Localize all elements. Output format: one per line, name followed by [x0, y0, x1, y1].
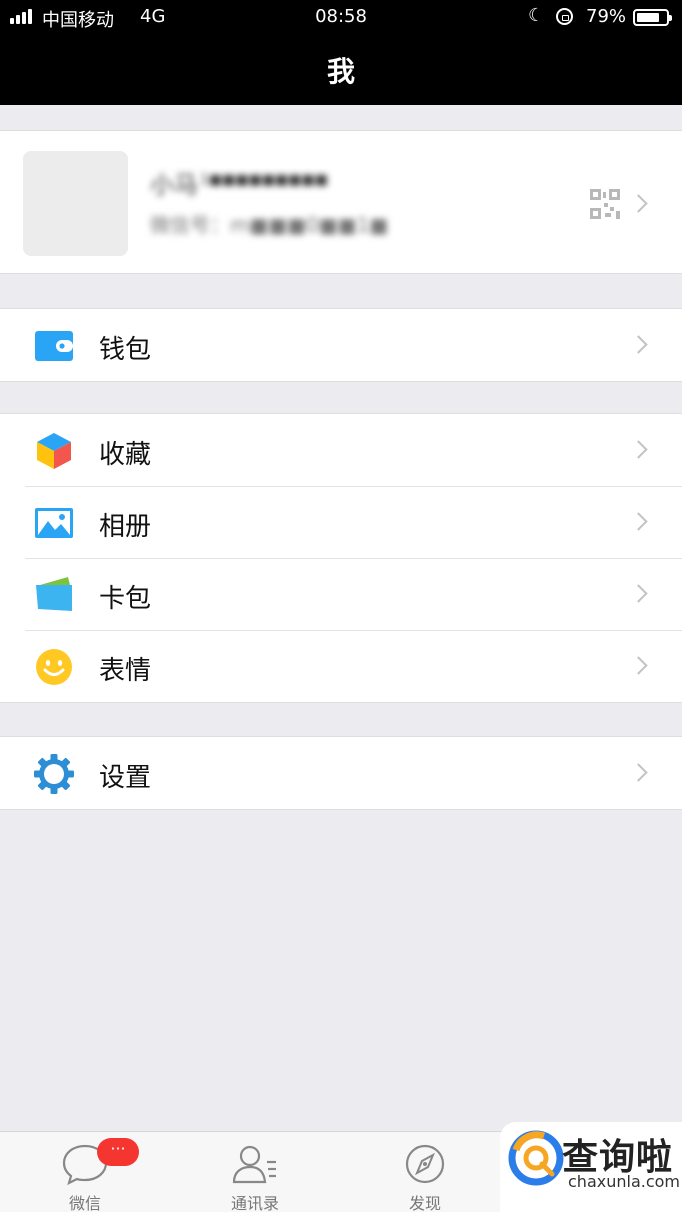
status-bar: 中国移动 4G 08:58 ☾ 79% — [0, 0, 682, 34]
chevron-right-icon — [629, 584, 648, 603]
chevron-right-icon — [629, 763, 648, 782]
avatar[interactable] — [23, 151, 128, 256]
battery-percentage: 79% — [586, 6, 627, 27]
battery-icon — [633, 9, 672, 26]
settings-group: 设置 — [0, 736, 682, 810]
smiley-face-icon — [36, 649, 72, 685]
tab-contacts[interactable]: 通讯录 — [170, 1132, 340, 1212]
menu-item-favorites[interactable]: 收藏 — [0, 414, 682, 486]
chevron-right-icon — [629, 512, 648, 531]
wallet-icon — [35, 331, 73, 361]
profile-chevron-right-icon — [629, 194, 648, 213]
top-bar: 中国移动 4G 08:58 ☾ 79% 我 — [0, 0, 682, 105]
menu-item-label: 表情 — [99, 656, 152, 686]
photo-album-icon — [35, 508, 73, 538]
chevron-right-icon — [629, 656, 648, 675]
status-time: 08:58 — [315, 6, 367, 27]
profile-phone: 1■■■■■■■■■ — [200, 172, 328, 188]
menu-item-label: 相册 — [99, 512, 152, 542]
qr-code-icon[interactable] — [590, 189, 620, 219]
menu-item-stickers[interactable]: 表情 — [0, 630, 682, 702]
chevron-right-icon — [629, 335, 648, 354]
watermark-url: chaxunla.com — [568, 1172, 680, 1191]
tab-discover[interactable]: 发现 — [340, 1132, 510, 1212]
battery-fill — [637, 13, 660, 22]
contacts-icon — [232, 1145, 276, 1184]
card-wallet-icon — [36, 577, 72, 611]
rotation-lock-icon — [556, 8, 573, 25]
collections-group: 收藏 相册 卡包 表情 — [0, 413, 682, 703]
tab-label: 通讯录 — [230, 1194, 279, 1212]
unread-badge: ··· — [97, 1138, 139, 1166]
menu-item-wallet[interactable]: 钱包 — [0, 309, 682, 381]
tab-chats[interactable]: ··· 微信 — [0, 1132, 170, 1212]
tab-label: 微信 — [68, 1194, 101, 1212]
chevron-right-icon — [629, 440, 648, 459]
profile-name: 小马 1■■■■■■■■■ — [150, 165, 328, 200]
menu-item-card-wallet[interactable]: 卡包 — [0, 558, 682, 630]
profile-nickname: 小马 — [150, 171, 198, 199]
do-not-disturb-moon-icon: ☾ — [528, 5, 545, 26]
menu-item-label: 钱包 — [99, 335, 152, 365]
chaxunla-logo-icon — [508, 1130, 564, 1186]
profile-card[interactable]: 小马 1■■■■■■■■■ 微信号：m■■■0■■1■ — [0, 130, 682, 274]
menu-item-settings[interactable]: 设置 — [0, 737, 682, 809]
menu-item-label: 设置 — [99, 763, 152, 793]
compass-icon — [405, 1144, 445, 1184]
profile-wechat-id: 微信号：m■■■0■■1■ — [150, 213, 389, 237]
gear-icon — [34, 754, 74, 794]
chaxunla-watermark: 查询啦 chaxunla.com — [500, 1122, 682, 1212]
menu-item-label: 收藏 — [99, 440, 152, 470]
favorites-cube-icon — [37, 433, 71, 469]
menu-item-label: 卡包 — [99, 584, 152, 614]
page-title: 我 — [326, 55, 355, 88]
wallet-group: 钱包 — [0, 308, 682, 382]
tab-label: 发现 — [408, 1194, 441, 1212]
menu-item-album[interactable]: 相册 — [0, 486, 682, 558]
